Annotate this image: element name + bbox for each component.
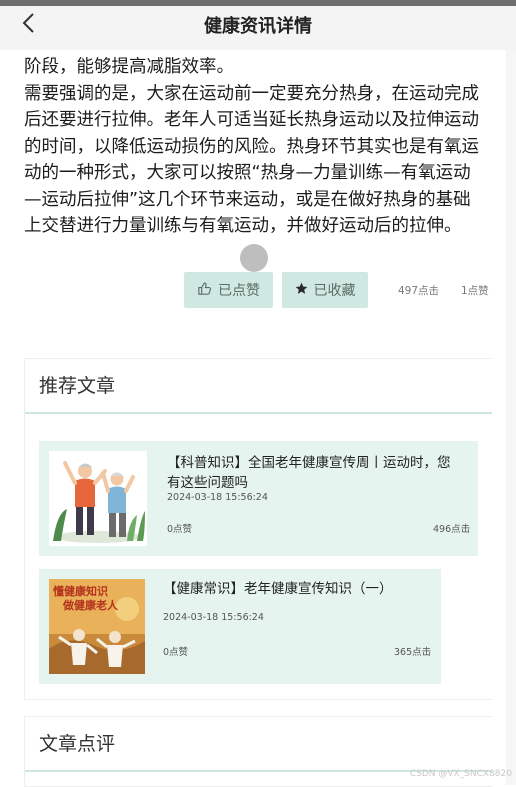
article-body: 阶段，能够提高减脂效率。 需要强调的是，大家在运动前一定要充分热身，在运动完成后… [24,54,479,240]
card-likes: 0点赞 [163,647,189,658]
card-date: 2024-03-18 15:56:24 [167,492,268,503]
article-paragraph: 阶段，能够提高减脂效率。 [24,57,234,77]
click-count: 497点击 [398,285,440,297]
card-title: 【健康常识】老年健康宣传知识（一） [163,581,393,597]
touch-indicator [240,244,268,272]
header-bar: 健康资讯详情 [0,6,516,50]
thumbs-up-icon [197,281,212,300]
card-date: 2024-03-18 15:56:24 [163,612,264,623]
favorite-label: 已收藏 [313,283,356,299]
recommended-article-card[interactable]: 【科普知识】全国老年健康宣传周丨运动时，您有这些问题吗 2024-03-18 1… [39,441,478,556]
page-title: 健康资讯详情 [204,16,312,37]
recommended-article-card[interactable]: 懂健康知识 做健康老人 【健康常识】老年健康宣传知识（一） 2024-03-18… [39,569,441,684]
like-count: 1点赞 [461,285,489,297]
thumbnail-caption: 懂健康知识 做健康老人 [53,585,118,613]
scrollbar[interactable] [506,50,516,785]
article-thumbnail [49,451,147,546]
article-thumbnail: 懂健康知识 做健康老人 [49,579,145,674]
thumbnail-caption-line: 懂健康知识 [53,585,108,598]
star-icon [295,282,308,299]
like-label: 已点赞 [218,283,260,299]
card-title: 【科普知识】全国老年健康宣传周丨运动时，您有这些问题吗 [167,455,451,491]
recommended-title: 推荐文章 [25,359,492,414]
article-paragraph: 需要强调的是，大家在运动前一定要充分热身，在运动完成后还要进行拉伸。老年人可适当… [24,83,479,237]
watermark: CSDN @VX_SNCX8820 [409,769,512,779]
card-clicks: 496点击 [433,524,471,535]
card-likes: 0点赞 [167,524,193,535]
comments-title: 文章点评 [25,717,492,772]
favorite-button[interactable]: 已收藏 [282,272,368,308]
card-clicks: 365点击 [394,647,432,658]
recommended-section: 推荐文章 【科普知识】全国老年健康宣传周丨运动时，您有这些问题吗 2024-03… [24,358,492,700]
thumbnail-caption-line: 做健康老人 [63,599,118,612]
article-actions: 已点赞 已收藏 497点击 1点赞 [0,272,516,308]
like-button[interactable]: 已点赞 [184,272,273,308]
